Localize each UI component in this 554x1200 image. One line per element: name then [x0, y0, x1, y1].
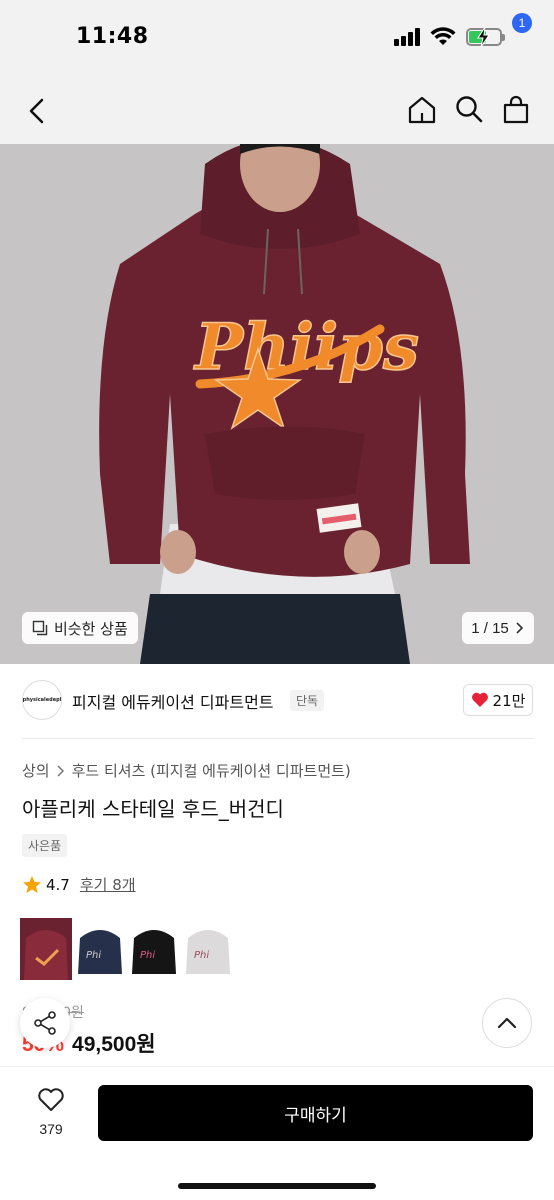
- color-option-navy[interactable]: Phi: [74, 918, 126, 980]
- copy-icon: [32, 620, 48, 636]
- product-image[interactable]: Phiips: [0, 144, 554, 664]
- color-option-gray[interactable]: Phi: [182, 918, 234, 980]
- status-time: 11:48: [76, 24, 149, 49]
- breadcrumb-item[interactable]: 상의: [22, 760, 50, 781]
- buy-button[interactable]: 구매하기: [98, 1085, 533, 1141]
- share-button[interactable]: [20, 998, 70, 1048]
- gift-badge: 사은품: [22, 834, 68, 857]
- product-title: 아플리케 스타테일 후드_버건디: [22, 797, 284, 821]
- review-count-link[interactable]: 후기 8개: [80, 874, 136, 895]
- svg-text:Phi: Phi: [194, 950, 209, 961]
- rating-row: 4.7 후기 8개: [22, 874, 136, 895]
- share-icon: [34, 1011, 56, 1035]
- color-options: Phi Phi Phi: [20, 918, 234, 980]
- back-arrow-icon[interactable]: [24, 96, 52, 126]
- brand-like-count: 21만: [492, 691, 526, 710]
- image-counter-text: 1 / 15: [471, 619, 509, 637]
- similar-products-label: 비슷한 상품: [54, 619, 128, 638]
- brand-name[interactable]: 피지컬 에듀케이션 디파트먼트: [72, 689, 274, 713]
- svg-text:Phi: Phi: [140, 950, 155, 961]
- chevron-up-icon: [497, 1017, 517, 1029]
- rating-value: 4.7: [46, 875, 70, 894]
- svg-text:Phiips: Phiips: [193, 310, 419, 385]
- wishlist-count: 379: [39, 1121, 63, 1137]
- shopping-bag-icon[interactable]: [500, 94, 532, 126]
- exclusive-badge: 단독: [290, 690, 325, 711]
- breadcrumb-item[interactable]: 후드 티셔츠 (피지컬 에듀케이션 디파트먼트): [72, 760, 351, 781]
- brand-like-button[interactable]: 21만: [463, 684, 533, 716]
- color-option-black[interactable]: Phi: [128, 918, 180, 980]
- home-indicator: [178, 1183, 376, 1189]
- cellular-signal-icon: [394, 28, 424, 46]
- brand-logo-text: physicaledepl: [22, 697, 62, 703]
- image-counter[interactable]: 1 / 15: [462, 612, 534, 644]
- heart-filled-icon: [471, 692, 488, 707]
- battery-icon: [466, 27, 505, 47]
- wifi-icon: [430, 27, 456, 45]
- breadcrumb: 상의 후드 티셔츠 (피지컬 에듀케이션 디파트먼트): [22, 760, 351, 781]
- similar-products-button[interactable]: 비슷한 상품: [22, 612, 138, 644]
- chevron-right-icon: [516, 622, 523, 634]
- star-icon: [23, 875, 41, 893]
- wishlist-button[interactable]: 379: [26, 1087, 76, 1137]
- svg-text:Phi: Phi: [86, 950, 101, 961]
- status-bar: 11:48: [0, 0, 554, 78]
- brand-row[interactable]: physicaledepl 피지컬 에듀케이션 디파트먼트 단독 21만: [0, 664, 554, 738]
- scroll-top-button[interactable]: [482, 998, 532, 1048]
- navigation-bar: [0, 78, 554, 144]
- hoodie-photo: Phiips: [0, 144, 554, 664]
- bottom-action-bar: 379 구매하기: [0, 1066, 554, 1200]
- heart-outline-icon: [38, 1088, 64, 1111]
- chevron-right-icon: [57, 764, 64, 777]
- brand-logo[interactable]: physicaledepl: [22, 680, 62, 720]
- search-icon[interactable]: [454, 94, 484, 124]
- cart-count-badge: 1: [512, 13, 532, 33]
- divider: [22, 738, 534, 739]
- home-icon[interactable]: [406, 94, 438, 126]
- color-option-burgundy[interactable]: [20, 918, 72, 980]
- sale-price: 49,500원: [72, 1033, 156, 1056]
